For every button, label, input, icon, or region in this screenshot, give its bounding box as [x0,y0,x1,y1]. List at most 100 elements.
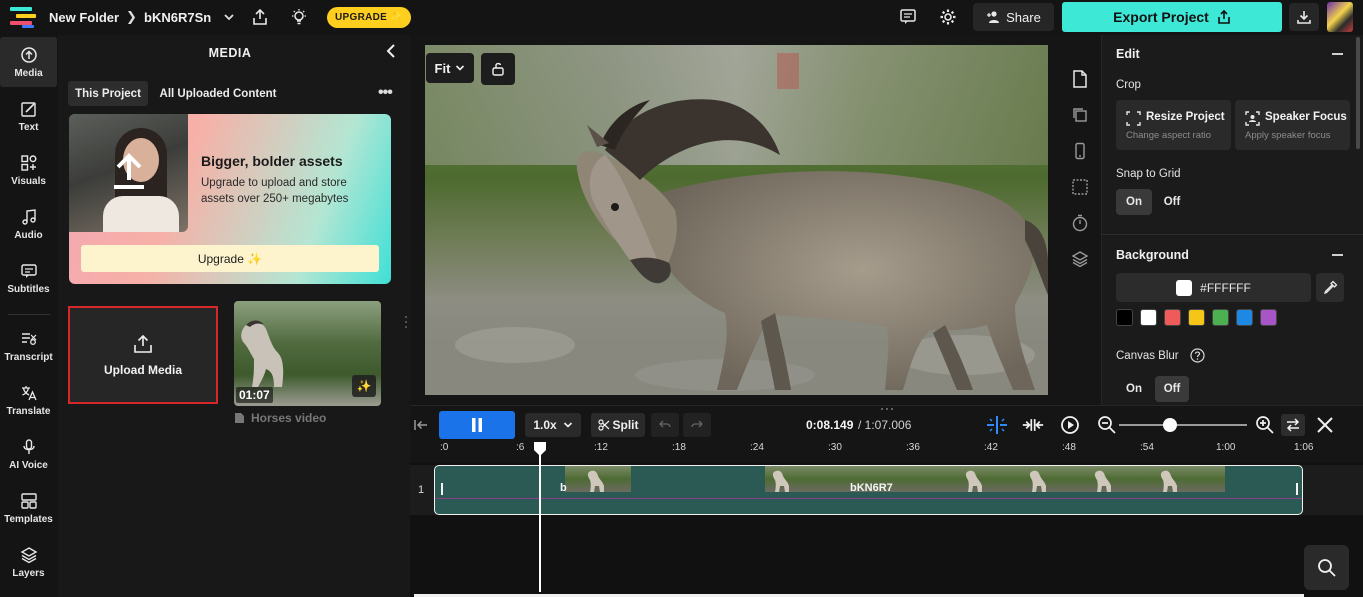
playback-speed-value: 1.0x [533,418,557,432]
clip-frame-horse [1160,470,1177,492]
swap-arrows-icon [1286,418,1300,432]
templates-icon [20,492,37,509]
rail-item-layers[interactable]: Layers [0,537,57,587]
jump-to-start-icon[interactable] [413,417,429,433]
video-clip[interactable]: b bKN6R7 [434,465,1303,515]
swatch-white[interactable] [1140,309,1157,326]
swatch-green[interactable] [1212,309,1229,326]
rail-item-audio[interactable]: Audio [0,199,57,249]
clip-frame-horse [1094,470,1111,492]
zoom-out-icon[interactable] [1096,415,1118,435]
playhead-line[interactable] [539,452,541,592]
clip-trim-handle-right[interactable] [1296,483,1298,495]
aspect-lock-button[interactable] [481,53,515,85]
video-asset-name[interactable]: Horses video [234,411,326,425]
timer-icon[interactable] [1071,214,1089,232]
snap-on-toggle[interactable]: On [1116,189,1152,215]
ruler-tick-label: :18 [672,442,686,453]
export-project-button[interactable]: Export Project [1062,2,1282,32]
export-label: Export Project [1113,9,1209,25]
split-button[interactable]: Split [591,413,645,437]
resize-project-subtitle: Change aspect ratio [1126,130,1212,141]
upgrade-button[interactable]: UPGRADE ✨ [327,7,411,28]
grid-icon[interactable] [1071,178,1089,196]
section-divider [1101,234,1363,235]
promo-description: Upgrade to upload and store assets over … [201,177,349,205]
comments-icon[interactable] [899,8,917,26]
duplicate-icon[interactable] [1071,106,1089,124]
folder-breadcrumb[interactable]: New Folder [49,10,119,25]
layers-stack-icon[interactable] [1071,250,1089,268]
lightbulb-icon[interactable] [290,8,308,26]
video-editor-app: New Folder ❯ bKN6R7Sn UPGRADE ✨ Share Ex… [0,0,1363,597]
background-color-field[interactable]: #FFFFFF [1116,273,1311,302]
fit-timeline-icon[interactable] [1022,415,1044,435]
swatch-red[interactable] [1164,309,1181,326]
swatch-blue[interactable] [1236,309,1253,326]
fit-dropdown[interactable]: Fit [426,53,474,83]
collapse-background-icon[interactable] [1332,254,1343,256]
timeline-resize-grip-icon[interactable] [880,407,894,411]
pause-button[interactable] [439,411,515,439]
rail-item-templates[interactable]: Templates [0,483,57,533]
playback-speed-dropdown[interactable]: 1.0x [525,413,581,437]
rail-item-text[interactable]: Text [0,91,57,141]
swap-tracks-button[interactable] [1281,414,1305,436]
close-timeline-icon[interactable] [1316,416,1334,434]
blur-off-toggle[interactable]: Off [1155,376,1189,402]
rail-item-visuals[interactable]: Visuals [0,145,57,195]
panel-resize-handle-icon[interactable] [404,315,408,329]
video-asset-thumbnail[interactable]: 01:07 ✨ [234,301,381,406]
ruler-tick-label: :36 [906,442,920,453]
promo-photo [69,114,188,232]
app-logo-icon[interactable] [10,7,38,29]
collapse-panel-chevron-icon[interactable] [384,43,400,59]
settings-gear-icon[interactable] [939,8,957,26]
project-dropdown-chevron-icon[interactable] [222,10,236,24]
resize-project-button[interactable]: Resize Project Change aspect ratio [1116,100,1231,150]
ruler-tick-label: :30 [828,442,842,453]
blur-on-toggle[interactable]: On [1116,376,1152,402]
more-options-icon[interactable]: ••• [378,84,393,102]
project-name[interactable]: bKN6R7Sn [144,10,211,25]
zoom-slider-track[interactable] [1119,424,1247,426]
search-button[interactable] [1304,545,1349,590]
split-at-playhead-icon[interactable] [986,415,1008,435]
share-button[interactable]: Share [973,3,1054,31]
rail-item-media[interactable]: Media [0,37,57,87]
ruler-tick-label: :0 [440,442,449,453]
file-icon [235,413,244,423]
swatch-black[interactable] [1116,309,1133,326]
promo-upgrade-button[interactable]: Upgrade ✨ [81,245,379,272]
undo-button[interactable] [651,413,679,437]
speaker-focus-button[interactable]: Speaker Focus Apply speaker focus [1235,100,1350,150]
playback-mode-icon[interactable] [1059,415,1081,435]
upload-media-button[interactable]: Upload Media [68,306,218,404]
rail-item-ai-voice[interactable]: AI Voice [0,429,57,479]
rail-item-subtitles[interactable]: Subtitles [0,253,57,303]
share-upload-icon[interactable] [251,8,269,26]
snap-off-toggle[interactable]: Off [1155,189,1189,215]
page-settings-icon[interactable] [1071,70,1089,88]
tab-this-project[interactable]: This Project [68,81,148,106]
help-circle-icon[interactable] [1190,348,1205,363]
user-avatar[interactable] [1327,2,1353,32]
rail-item-transcript[interactable]: Transcript [0,321,57,371]
ruler-tick-label: :54 [1140,442,1154,453]
zoom-in-icon[interactable] [1254,415,1276,435]
download-button[interactable] [1289,3,1319,31]
rail-item-translate[interactable]: Translate [0,375,57,425]
swatch-yellow[interactable] [1188,309,1205,326]
clip-audio-line [435,498,1302,499]
tab-all-uploaded-content[interactable]: All Uploaded Content [155,81,281,106]
magic-sparkle-icon[interactable]: ✨ [352,375,376,397]
video-preview[interactable] [425,45,1048,395]
edit-panel-scrollbar[interactable] [1356,37,1360,149]
playhead-marker-icon[interactable] [532,441,548,457]
redo-button[interactable] [683,413,711,437]
mobile-preview-icon[interactable] [1071,142,1089,160]
collapse-edit-icon[interactable] [1332,53,1343,55]
swatch-purple[interactable] [1260,309,1277,326]
clip-trim-handle-left[interactable] [441,483,443,495]
eyedropper-button[interactable] [1316,273,1344,302]
